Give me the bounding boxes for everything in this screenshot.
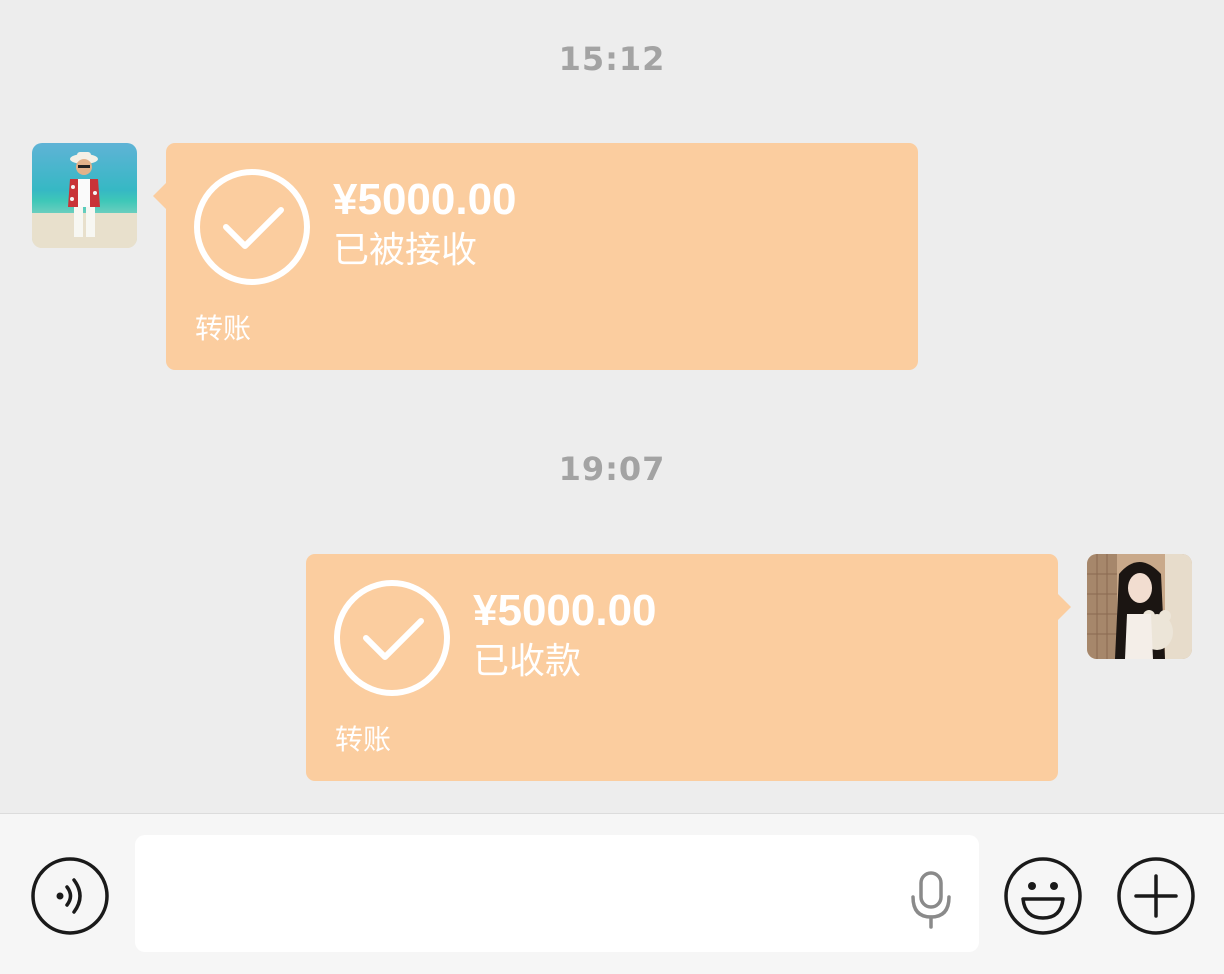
avatar-right[interactable] <box>1087 554 1192 659</box>
message-input[interactable] <box>135 835 979 952</box>
transfer-label: 转账 <box>335 723 392 756</box>
timestamp-1: 15:12 <box>558 40 666 78</box>
check-circle-icon <box>334 580 450 696</box>
boy-on-beach-avatar <box>32 143 137 248</box>
transfer-bubble-2[interactable]: ¥5000.00 已收款 转账 <box>306 554 1071 781</box>
transfer-status: 已被接收 <box>333 230 478 271</box>
avatar-left[interactable] <box>32 143 137 248</box>
transfer-amount: ¥5000.00 <box>333 175 517 224</box>
microphone-icon[interactable] <box>907 871 955 929</box>
transfer-bubble-1[interactable]: ¥5000.00 已被接收 转账 <box>153 143 918 370</box>
voice-icon[interactable] <box>30 856 110 936</box>
smiley-icon[interactable] <box>1003 856 1083 936</box>
plus-icon[interactable] <box>1116 856 1196 936</box>
girl-with-teddy-avatar <box>1087 554 1192 659</box>
bubble-tail <box>1058 594 1071 620</box>
transfer-label: 转账 <box>195 312 252 345</box>
chat-input-bar <box>0 813 1224 974</box>
transfer-status: 已收款 <box>473 641 582 682</box>
timestamp-2: 19:07 <box>558 450 666 488</box>
transfer-amount: ¥5000.00 <box>473 586 657 635</box>
bubble-tail <box>153 183 166 209</box>
check-circle-icon <box>194 169 310 285</box>
